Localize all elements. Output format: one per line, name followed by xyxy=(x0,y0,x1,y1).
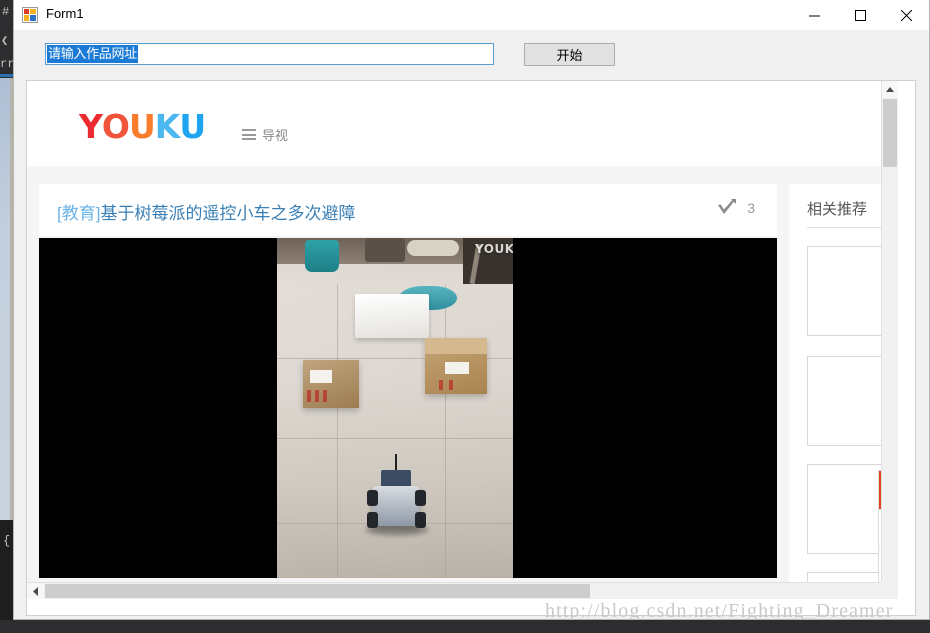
scene-car-wheel xyxy=(367,490,378,506)
minimize-icon xyxy=(808,15,820,16)
floor-grout-line xyxy=(445,284,446,578)
browser-page: YOUKU 导视 首页 发现 订阅 会员 我的 xyxy=(27,81,898,599)
video-title-text: 基于树莓派的遥控小车之多次避障 xyxy=(100,204,356,223)
scene-rc-car xyxy=(373,486,419,526)
scene-white-box xyxy=(355,294,429,338)
chevron-left-icon xyxy=(32,586,38,596)
window-title: Form1 xyxy=(46,6,84,21)
logo-letter-o: O xyxy=(101,107,130,146)
ide-brace-glyph: { xyxy=(3,534,11,548)
winforms-icon xyxy=(22,7,38,23)
video-category-tag: [教育] xyxy=(57,204,101,223)
ide-back-glyph: ❮ xyxy=(1,34,9,48)
youku-content: [教育]基于树莓派的遥控小车之多次避障 3 YOU 相关推荐 xyxy=(27,166,898,599)
hamburger-icon xyxy=(242,127,256,143)
guide-menu-button[interactable]: 导视 xyxy=(242,125,288,144)
logo-letter-y: Y xyxy=(79,107,103,146)
start-button[interactable]: 开始 xyxy=(524,43,615,66)
scene-shoes xyxy=(407,240,459,256)
youku-header: YOUKU 导视 xyxy=(27,81,898,166)
scene-box-marking xyxy=(323,390,327,402)
logo-letter-u1: U xyxy=(128,107,156,146)
floor-grout-line xyxy=(277,438,513,439)
horizontal-scrollbar-thumb[interactable] xyxy=(45,584,590,598)
scene-box-label xyxy=(445,362,469,374)
player-watermark: YOUKU xyxy=(475,242,513,256)
check-count: 3 xyxy=(747,200,755,216)
video-title: [教育]基于树莓派的遥控小车之多次避障 xyxy=(57,199,355,224)
bottom-taskbar-strip xyxy=(0,620,930,633)
maximize-icon xyxy=(854,9,866,21)
check-arrow-icon[interactable] xyxy=(717,198,739,218)
logo-letter-k: K xyxy=(154,107,181,146)
vertical-scrollbar[interactable] xyxy=(881,81,898,599)
form-client-area: 请输入作品网址 开始 YOUKU 导视 xyxy=(14,30,929,619)
form1-window: Form1 请输入作品网址 请输入作品网址 开始 YOUKU 导视 [教育]基于… xyxy=(13,0,930,620)
window-titlebar: Form1 xyxy=(14,0,929,31)
ide-csharp-glyph: # xyxy=(2,5,10,19)
sidebar-title: 相关推荐 xyxy=(807,201,868,218)
scene-box-marking xyxy=(449,380,453,390)
scene-bag xyxy=(365,238,405,262)
scrollbar-corner xyxy=(881,582,898,599)
screenshot-root: # ❮ rr { Form1 请输入作品网址 请输入作品网址 开始 YOUKU … xyxy=(0,0,930,633)
minimize-button[interactable] xyxy=(791,0,837,30)
scene-box-marking xyxy=(439,380,443,390)
scene-box-marking xyxy=(315,390,319,402)
maximize-button[interactable] xyxy=(837,0,883,30)
horizontal-scrollbar[interactable] xyxy=(27,582,898,599)
chevron-up-icon xyxy=(886,86,894,92)
scene-box-label xyxy=(310,370,332,383)
scene-box-right-top xyxy=(425,338,487,354)
scene-cardboard-box-left xyxy=(303,360,359,408)
window-controls xyxy=(791,0,929,30)
scene-bucket xyxy=(305,240,339,272)
scene-car-wheel xyxy=(367,512,378,528)
vertical-scrollbar-thumb[interactable] xyxy=(883,99,897,167)
floor-grout-line xyxy=(337,284,338,578)
video-frame: YOUKU xyxy=(277,238,513,578)
close-button[interactable] xyxy=(883,0,929,30)
close-icon xyxy=(900,9,912,21)
video-player[interactable]: YOUKU xyxy=(39,238,777,578)
scene-box-marking xyxy=(307,390,311,402)
url-input-selected-text: 请输入作品网址 xyxy=(47,45,138,63)
logo-letter-u2: U xyxy=(179,107,206,146)
video-meta: 3 xyxy=(717,198,755,218)
scroll-left-arrow[interactable] xyxy=(27,583,44,599)
scene-car-wheel xyxy=(415,490,426,506)
scene-car-wheel xyxy=(415,512,426,528)
scroll-up-arrow[interactable] xyxy=(882,81,898,98)
video-title-card: [教育]基于树莓派的遥控小车之多次避障 3 xyxy=(39,184,777,236)
youku-logo[interactable]: YOUKU xyxy=(79,107,206,146)
embedded-browser: YOUKU 导视 首页 发现 订阅 会员 我的 xyxy=(26,80,916,616)
guide-label: 导视 xyxy=(262,128,289,143)
